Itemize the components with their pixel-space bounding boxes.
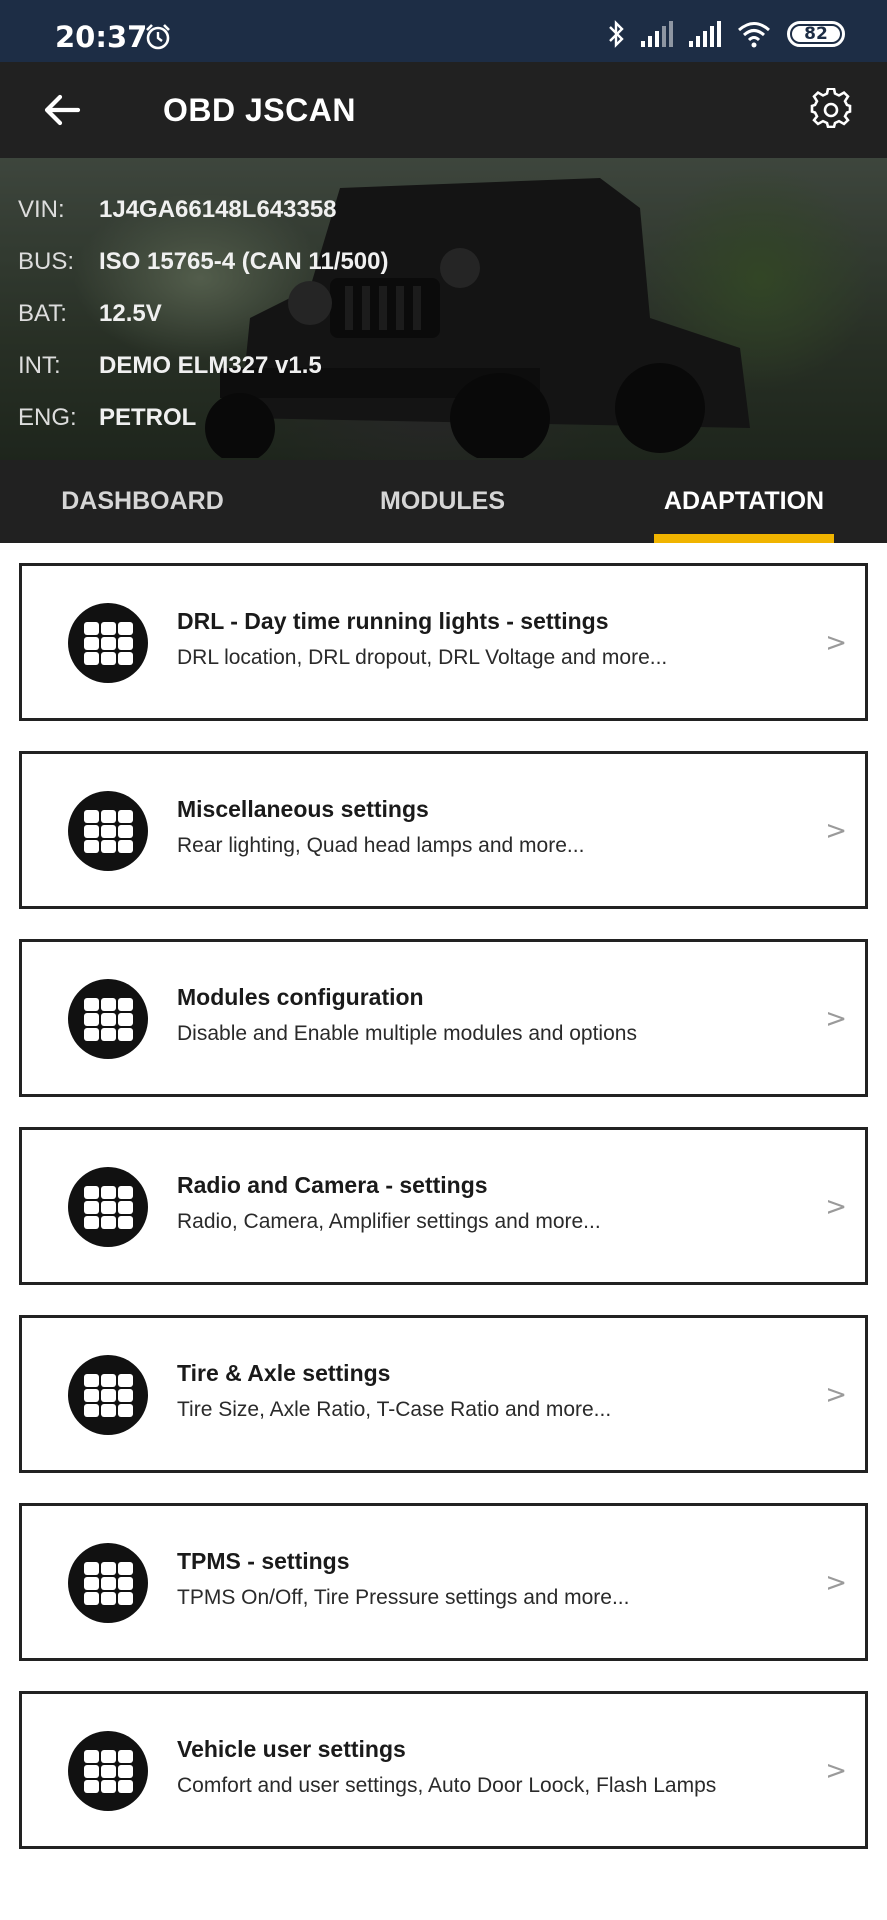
vehicle-info-value: 12.5V bbox=[99, 300, 162, 327]
adaptation-item[interactable]: Miscellaneous settings Rear lighting, Qua… bbox=[19, 751, 868, 909]
chevron-right-icon: > bbox=[825, 628, 847, 658]
vehicle-info-value: PETROL bbox=[99, 404, 197, 431]
item-subtitle: TPMS On/Off, Tire Pressure settings and … bbox=[177, 1586, 630, 1609]
vehicle-info-label: BAT: bbox=[18, 300, 67, 327]
vehicle-info-label: BUS: bbox=[18, 248, 75, 275]
signal-icon bbox=[689, 21, 721, 47]
grid-menu-icon bbox=[68, 1731, 148, 1811]
vehicle-info-value: ISO 15765-4 (CAN 11/500) bbox=[99, 248, 389, 275]
app-bar: OBD JSCAN bbox=[0, 62, 887, 158]
item-title: Modules configuration bbox=[177, 984, 424, 1010]
app-title: OBD JSCAN bbox=[163, 92, 356, 128]
grid-menu-icon bbox=[68, 791, 148, 871]
chevron-right-icon: > bbox=[825, 1756, 847, 1786]
alarm-icon bbox=[146, 24, 170, 50]
item-subtitle: Disable and Enable multiple modules and … bbox=[177, 1022, 637, 1045]
item-subtitle: Comfort and user settings, Auto Door Loo… bbox=[177, 1774, 717, 1797]
tab-adaptation[interactable]: ADAPTATION bbox=[654, 460, 834, 543]
tab-label: MODULES bbox=[380, 487, 505, 515]
active-tab-indicator bbox=[654, 534, 834, 543]
vehicle-info-value: 1J4GA66148L643358 bbox=[99, 196, 337, 223]
chevron-right-icon: > bbox=[825, 816, 847, 846]
grid-menu-icon bbox=[68, 979, 148, 1059]
item-title: Radio and Camera - settings bbox=[177, 1172, 488, 1198]
vehicle-info-label: ENG: bbox=[18, 404, 77, 431]
vehicle-info-value: DEMO ELM327 v1.5 bbox=[99, 352, 322, 379]
chevron-right-icon: > bbox=[825, 1192, 847, 1222]
adaptation-list: DRL - Day time running lights - settings… bbox=[19, 563, 868, 1879]
tab-dashboard[interactable]: DASHBOARD bbox=[40, 460, 245, 543]
vehicle-info-row: BUS: ISO 15765-4 (CAN 11/500) bbox=[18, 236, 389, 288]
item-subtitle: Radio, Camera, Amplifier settings and mo… bbox=[177, 1210, 601, 1233]
arrow-left-icon[interactable] bbox=[40, 88, 84, 132]
battery-indicator: 82 bbox=[787, 21, 845, 47]
status-time: 20:37 bbox=[55, 20, 148, 54]
grid-menu-icon bbox=[68, 1167, 148, 1247]
grid-menu-icon bbox=[68, 603, 148, 683]
adaptation-item[interactable]: Vehicle user settings Comfort and user se… bbox=[19, 1691, 868, 1849]
item-title: Miscellaneous settings bbox=[177, 796, 429, 822]
chevron-right-icon: > bbox=[825, 1380, 847, 1410]
item-subtitle: DRL location, DRL dropout, DRL Voltage a… bbox=[177, 646, 668, 669]
adaptation-item[interactable]: Tire & Axle settings Tire Size, Axle Rati… bbox=[19, 1315, 868, 1473]
grid-menu-icon bbox=[68, 1355, 148, 1435]
adaptation-item[interactable]: TPMS - settings TPMS On/Off, Tire Pressur… bbox=[19, 1503, 868, 1661]
vehicle-info-row: BAT: 12.5V bbox=[18, 288, 389, 340]
gear-icon[interactable] bbox=[809, 88, 853, 132]
item-title: Vehicle user settings bbox=[177, 1736, 406, 1762]
vehicle-info-row: VIN: 1J4GA66148L643358 bbox=[18, 184, 389, 236]
tab-label: ADAPTATION bbox=[663, 487, 825, 515]
grid-menu-icon bbox=[68, 1543, 148, 1623]
vehicle-info-label: INT: bbox=[18, 352, 61, 379]
wifi-icon bbox=[738, 22, 770, 48]
item-subtitle: Tire Size, Axle Ratio, T-Case Ratio and … bbox=[177, 1398, 612, 1421]
battery-level: 82 bbox=[804, 24, 828, 44]
tab-modules[interactable]: MODULES bbox=[340, 460, 545, 543]
adaptation-item[interactable]: Radio and Camera - settings Radio, Camera… bbox=[19, 1127, 868, 1285]
vehicle-info-row: INT: DEMO ELM327 v1.5 bbox=[18, 340, 389, 392]
tab-bar: DASHBOARD MODULES ADAPTATION bbox=[0, 460, 887, 543]
adaptation-item[interactable]: DRL - Day time running lights - settings… bbox=[19, 563, 868, 721]
adaptation-item[interactable]: Modules configuration Disable and Enable … bbox=[19, 939, 868, 1097]
bluetooth-icon bbox=[609, 20, 624, 48]
item-title: Tire & Axle settings bbox=[177, 1360, 391, 1386]
tab-label: DASHBOARD bbox=[61, 487, 224, 515]
vehicle-info-label: VIN: bbox=[18, 196, 65, 223]
signal-icon bbox=[641, 21, 673, 47]
vehicle-info-row: ENG: PETROL bbox=[18, 392, 389, 444]
chevron-right-icon: > bbox=[825, 1568, 847, 1598]
item-subtitle: Rear lighting, Quad head lamps and more.… bbox=[177, 834, 585, 857]
vehicle-header: VIN: 1J4GA66148L643358 BUS: ISO 15765-4 (CA… bbox=[0, 158, 887, 460]
chevron-right-icon: > bbox=[825, 1004, 847, 1034]
item-title: DRL - Day time running lights - settings bbox=[177, 608, 609, 634]
item-title: TPMS - settings bbox=[177, 1548, 350, 1574]
status-bar: 20:37 82 bbox=[0, 0, 887, 62]
